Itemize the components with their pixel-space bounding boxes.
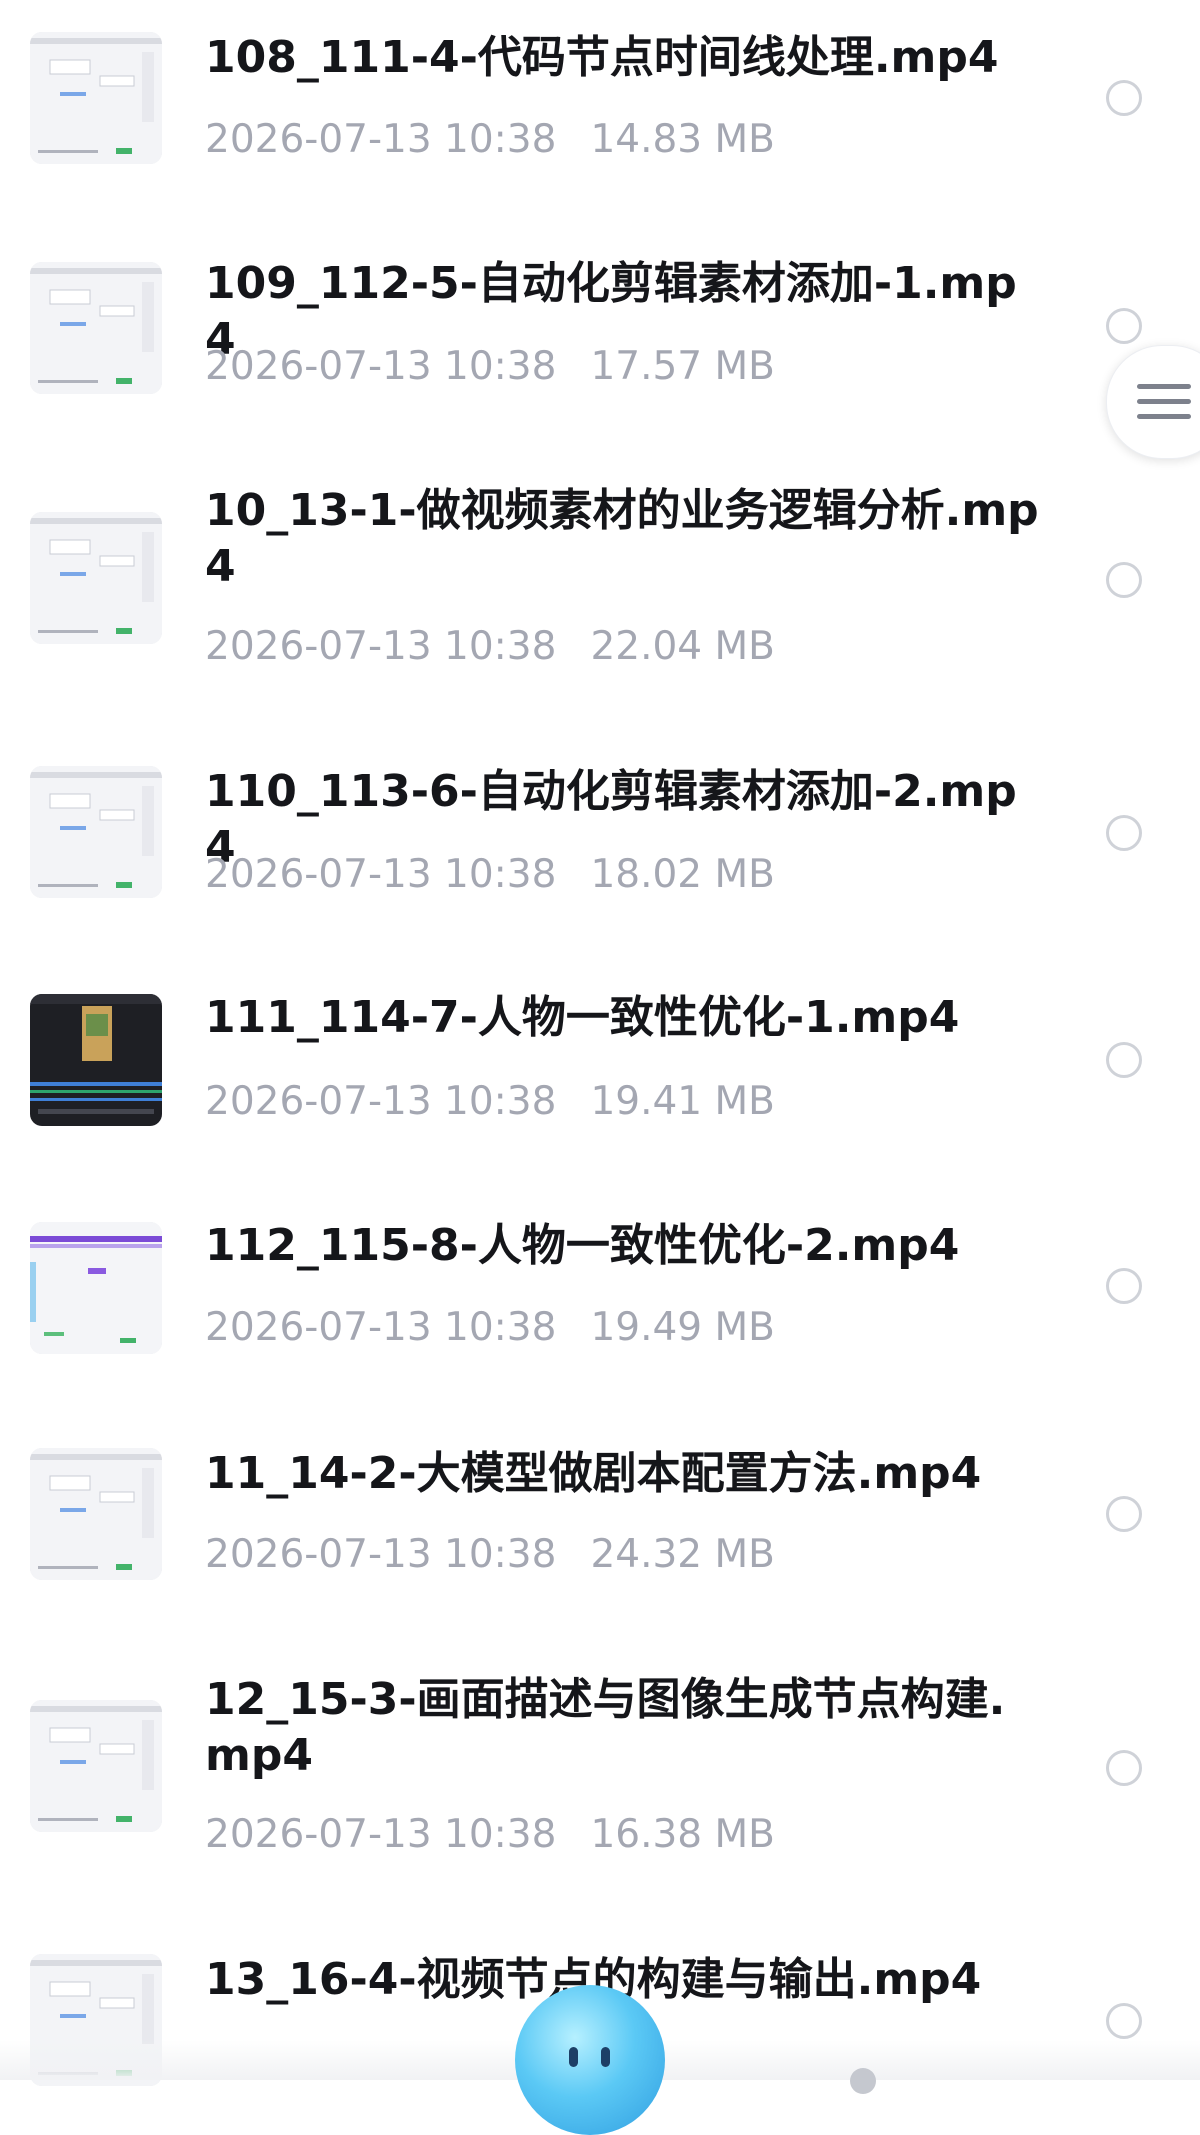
file-size: 14.83 MB (590, 117, 775, 162)
select-radio[interactable] (1106, 815, 1142, 851)
file-meta: 2026-07-13 10:38 19.49 MB (205, 1303, 775, 1353)
select-radio[interactable] (1106, 2003, 1142, 2039)
video-thumbnail[interactable] (30, 512, 162, 644)
file-name[interactable]: 11_14-2-大模型做剧本配置方法.mp4 (205, 1446, 1045, 1502)
file-size: 17.57 MB (590, 344, 775, 389)
assistant-eye-left (569, 2047, 578, 2067)
select-radio[interactable] (1106, 80, 1142, 116)
select-radio[interactable] (1106, 562, 1142, 598)
video-thumbnail[interactable] (30, 262, 162, 394)
file-date: 2026-07-13 10:38 (205, 624, 557, 669)
file-name[interactable]: 111_114-7-人物一致性优化-1.mp4 (205, 990, 1045, 1046)
file-size: 22.04 MB (590, 624, 775, 669)
file-name[interactable]: 10_13-1-做视频素材的业务逻辑分析.mp4 (205, 483, 1045, 595)
video-thumbnail[interactable] (30, 1222, 162, 1354)
video-thumbnail[interactable] (30, 32, 162, 164)
file-size: 19.41 MB (590, 1079, 775, 1124)
file-date: 2026-07-13 10:38 (205, 1532, 557, 1577)
file-size: 16.38 MB (590, 1812, 775, 1857)
nav-dot[interactable] (850, 2068, 876, 2094)
file-meta: 2026-07-13 10:38 18.02 MB (205, 850, 775, 900)
assistant-bubble-icon[interactable] (515, 1985, 665, 2135)
file-date: 2026-07-13 10:38 (205, 1305, 557, 1350)
file-date: 2026-07-13 10:38 (205, 344, 557, 389)
file-meta: 2026-07-13 10:38 17.57 MB (205, 342, 775, 392)
video-thumbnail[interactable] (30, 766, 162, 898)
select-radio[interactable] (1106, 1750, 1142, 1786)
file-name[interactable]: 112_115-8-人物一致性优化-2.mp4 (205, 1218, 1045, 1274)
file-date: 2026-07-13 10:38 (205, 1812, 557, 1857)
file-meta: 2026-07-13 10:38 24.32 MB (205, 1530, 775, 1580)
video-thumbnail[interactable] (30, 1700, 162, 1832)
file-meta: 2026-07-13 10:38 22.04 MB (205, 622, 775, 672)
file-name[interactable]: 108_111-4-代码节点时间线处理.mp4 (205, 30, 1045, 86)
file-meta: 2026-07-13 10:38 19.41 MB (205, 1077, 775, 1127)
file-date: 2026-07-13 10:38 (205, 852, 557, 897)
file-list: 108_111-4-代码节点时间线处理.mp4 2026-07-13 10:38 1… (0, 0, 1200, 2086)
select-radio[interactable] (1106, 1268, 1142, 1304)
video-thumbnail[interactable] (30, 994, 162, 1126)
assistant-eye-right (601, 2047, 610, 2067)
select-radio[interactable] (1106, 1496, 1142, 1532)
video-thumbnail[interactable] (30, 1448, 162, 1580)
file-size: 24.32 MB (590, 1532, 775, 1577)
file-size: 19.49 MB (590, 1305, 775, 1350)
file-meta: 2026-07-13 10:38 14.83 MB (205, 115, 775, 165)
file-meta: 2026-07-13 10:38 16.38 MB (205, 1810, 775, 1860)
file-date: 2026-07-13 10:38 (205, 1079, 557, 1124)
select-radio[interactable] (1106, 1042, 1142, 1078)
file-name[interactable]: 12_15-3-画面描述与图像生成节点构建.mp4 (205, 1672, 1045, 1784)
menu-lines-icon (1137, 384, 1191, 420)
file-date: 2026-07-13 10:38 (205, 117, 557, 162)
file-size: 18.02 MB (590, 852, 775, 897)
select-radio[interactable] (1106, 308, 1142, 344)
